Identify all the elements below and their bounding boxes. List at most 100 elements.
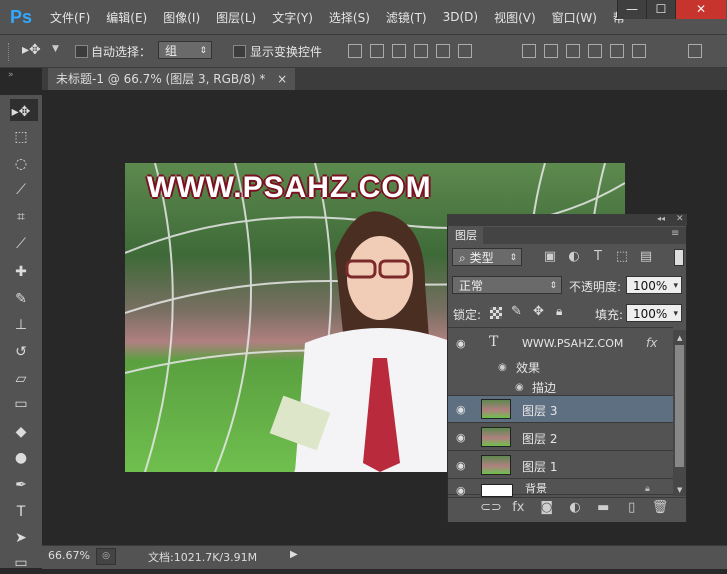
menu-item[interactable]: 图层(L) <box>208 9 264 26</box>
lock-pixels-brush-icon[interactable]: ✎ <box>511 304 522 319</box>
align-top-icon[interactable] <box>348 44 362 58</box>
chevron-down-icon[interactable]: ▼ <box>52 44 59 54</box>
distribute-vcenter-icon[interactable] <box>544 44 558 58</box>
smart-object-filter-icon[interactable]: ▤ <box>636 249 656 264</box>
quick-select-tool-icon[interactable]: ⟋ <box>9 179 33 201</box>
add-mask-icon[interactable]: ◙ <box>537 500 557 518</box>
auto-select-checkbox[interactable] <box>75 45 88 58</box>
show-transform-checkbox[interactable] <box>233 45 246 58</box>
shape-tool-icon[interactable]: ▭ <box>9 552 33 574</box>
menu-item[interactable]: 窗口(W) <box>544 9 605 26</box>
adjustment-filter-icon[interactable]: ◐ <box>564 249 584 264</box>
eye-icon[interactable]: ◉ <box>456 338 468 349</box>
align-vcenter-icon[interactable] <box>370 44 384 58</box>
dodge-tool-icon[interactable]: ● <box>9 447 33 469</box>
pen-tool-icon[interactable]: ✒ <box>9 474 33 496</box>
eye-icon[interactable]: ◉ <box>456 485 468 496</box>
add-style-icon[interactable]: fx <box>508 500 528 518</box>
layer-name[interactable]: 图层 1 <box>522 458 557 475</box>
fill-field[interactable]: 100% ▾ <box>626 304 682 322</box>
eye-icon[interactable]: ◉ <box>456 432 468 443</box>
blend-mode-dropdown[interactable]: 正常 ⇕ <box>452 276 562 294</box>
healing-brush-tool-icon[interactable]: ✚ <box>9 261 33 283</box>
distribute-right-icon[interactable] <box>632 44 646 58</box>
history-brush-tool-icon[interactable]: ↺ <box>9 341 33 363</box>
text-layer-name[interactable]: WWW.PSAHZ.COM <box>522 337 623 350</box>
effects-eye-icon[interactable]: ◉ <box>498 362 507 373</box>
clone-stamp-tool-icon[interactable]: ⊥ <box>9 314 33 336</box>
fill-arrow-icon[interactable]: ▾ <box>673 305 678 323</box>
collapse-panel-icon[interactable]: ◂◂ <box>657 214 665 223</box>
fx-badge[interactable]: fx <box>646 336 657 350</box>
menu-item[interactable]: 图像(I) <box>155 9 208 26</box>
eye-icon[interactable]: ◉ <box>456 404 468 415</box>
distribute-top-icon[interactable] <box>522 44 536 58</box>
distribute-bottom-icon[interactable] <box>566 44 580 58</box>
menu-item[interactable]: 滤镜(T) <box>378 9 435 26</box>
menu-item[interactable]: 3D(D) <box>435 10 486 24</box>
brush-tool-icon[interactable]: ✎ <box>9 288 33 310</box>
eraser-tool-icon[interactable]: ▱ <box>9 368 33 390</box>
lock-transparent-icon[interactable] <box>490 307 502 319</box>
eye-icon[interactable]: ◉ <box>456 460 468 471</box>
align-bottom-icon[interactable] <box>392 44 406 58</box>
new-adjustment-icon[interactable]: ◐ <box>565 500 585 518</box>
menu-item[interactable]: 选择(S) <box>321 9 378 26</box>
scrollbar-thumb[interactable] <box>675 345 684 467</box>
minimize-button[interactable]: — <box>617 0 646 19</box>
move-tool-preset-icon[interactable]: ▸✥ <box>22 42 41 58</box>
watermark-text: WWW.PSAHZ.COM <box>147 171 432 204</box>
align-hcenter-icon[interactable] <box>436 44 450 58</box>
delete-layer-icon[interactable]: 🗑︎ <box>650 500 670 518</box>
collapse-toolbar-icon[interactable]: » <box>8 70 14 80</box>
lasso-tool-icon[interactable]: ◌ <box>9 153 33 175</box>
proof-icon[interactable]: ◎ <box>96 548 116 565</box>
auto-align-icon[interactable] <box>688 44 702 58</box>
zoom-level[interactable]: 66.67% <box>48 549 90 562</box>
opacity-arrow-icon[interactable]: ▾ <box>673 277 678 295</box>
close-button[interactable]: ✕ <box>675 0 726 19</box>
link-layers-icon[interactable]: ⊂⊃ <box>480 500 502 518</box>
lock-all-icon[interactable]: 🔒︎ <box>556 304 562 319</box>
align-left-icon[interactable] <box>414 44 428 58</box>
type-tool-icon[interactable]: T <box>9 501 33 523</box>
tab-close-button[interactable]: × <box>277 72 287 86</box>
menu-item[interactable]: 编辑(E) <box>98 9 155 26</box>
menu-item[interactable]: 视图(V) <box>486 9 544 26</box>
scroll-up-icon[interactable]: ▲ <box>677 334 682 342</box>
layer-name[interactable]: 图层 3 <box>522 402 557 419</box>
panel-menu-icon[interactable]: ≡ <box>671 228 679 239</box>
distribute-left-icon[interactable] <box>588 44 602 58</box>
document-tab[interactable]: 未标题-1 @ 66.7% (图层 3, RGB/8) * × <box>48 68 296 90</box>
panel-close-icon[interactable]: ✕ <box>676 214 684 224</box>
stroke-eye-icon[interactable]: ◉ <box>515 382 524 393</box>
image-filter-icon[interactable]: ▣ <box>540 249 560 264</box>
scroll-down-icon[interactable]: ▼ <box>677 486 682 494</box>
filter-toggle[interactable] <box>674 249 684 266</box>
gradient-tool-icon[interactable]: ▭ <box>9 393 33 415</box>
auto-select-dropdown[interactable]: 组 ⇕ <box>158 41 212 59</box>
background-layer-name[interactable]: 背景 <box>525 483 547 495</box>
distribute-hcenter-icon[interactable] <box>610 44 624 58</box>
shape-filter-icon[interactable]: ⬚ <box>612 249 632 264</box>
marquee-tool-icon[interactable]: ⬚ <box>9 126 33 148</box>
opacity-field[interactable]: 100% ▾ <box>626 276 682 294</box>
crop-tool-icon[interactable]: ⌗ <box>9 206 33 228</box>
move-tool-icon[interactable]: ▸✥ <box>9 101 33 123</box>
new-group-icon[interactable]: ▬ <box>593 500 613 518</box>
new-layer-icon[interactable]: ▯ <box>622 500 642 518</box>
menu-item[interactable]: 文字(Y) <box>264 9 321 26</box>
status-menu-arrow-icon[interactable]: ▶ <box>290 549 298 560</box>
maximize-button[interactable]: ☐ <box>646 0 675 19</box>
eyedropper-tool-icon[interactable]: ⟋ <box>9 233 33 255</box>
blur-tool-icon[interactable]: ◆ <box>9 421 33 443</box>
menu-item[interactable]: 文件(F) <box>42 9 98 26</box>
dropdown-arrow-icon: ⇕ <box>549 281 557 291</box>
filter-kind-dropdown[interactable]: ⌕ 类型 ⇕ <box>452 248 522 266</box>
type-filter-icon[interactable]: T <box>588 249 608 264</box>
tab-layers[interactable]: 图层 <box>449 227 484 244</box>
lock-position-icon[interactable]: ✥ <box>533 304 544 319</box>
layer-name[interactable]: 图层 2 <box>522 430 557 447</box>
align-right-icon[interactable] <box>458 44 472 58</box>
path-select-tool-icon[interactable]: ➤ <box>9 527 33 549</box>
